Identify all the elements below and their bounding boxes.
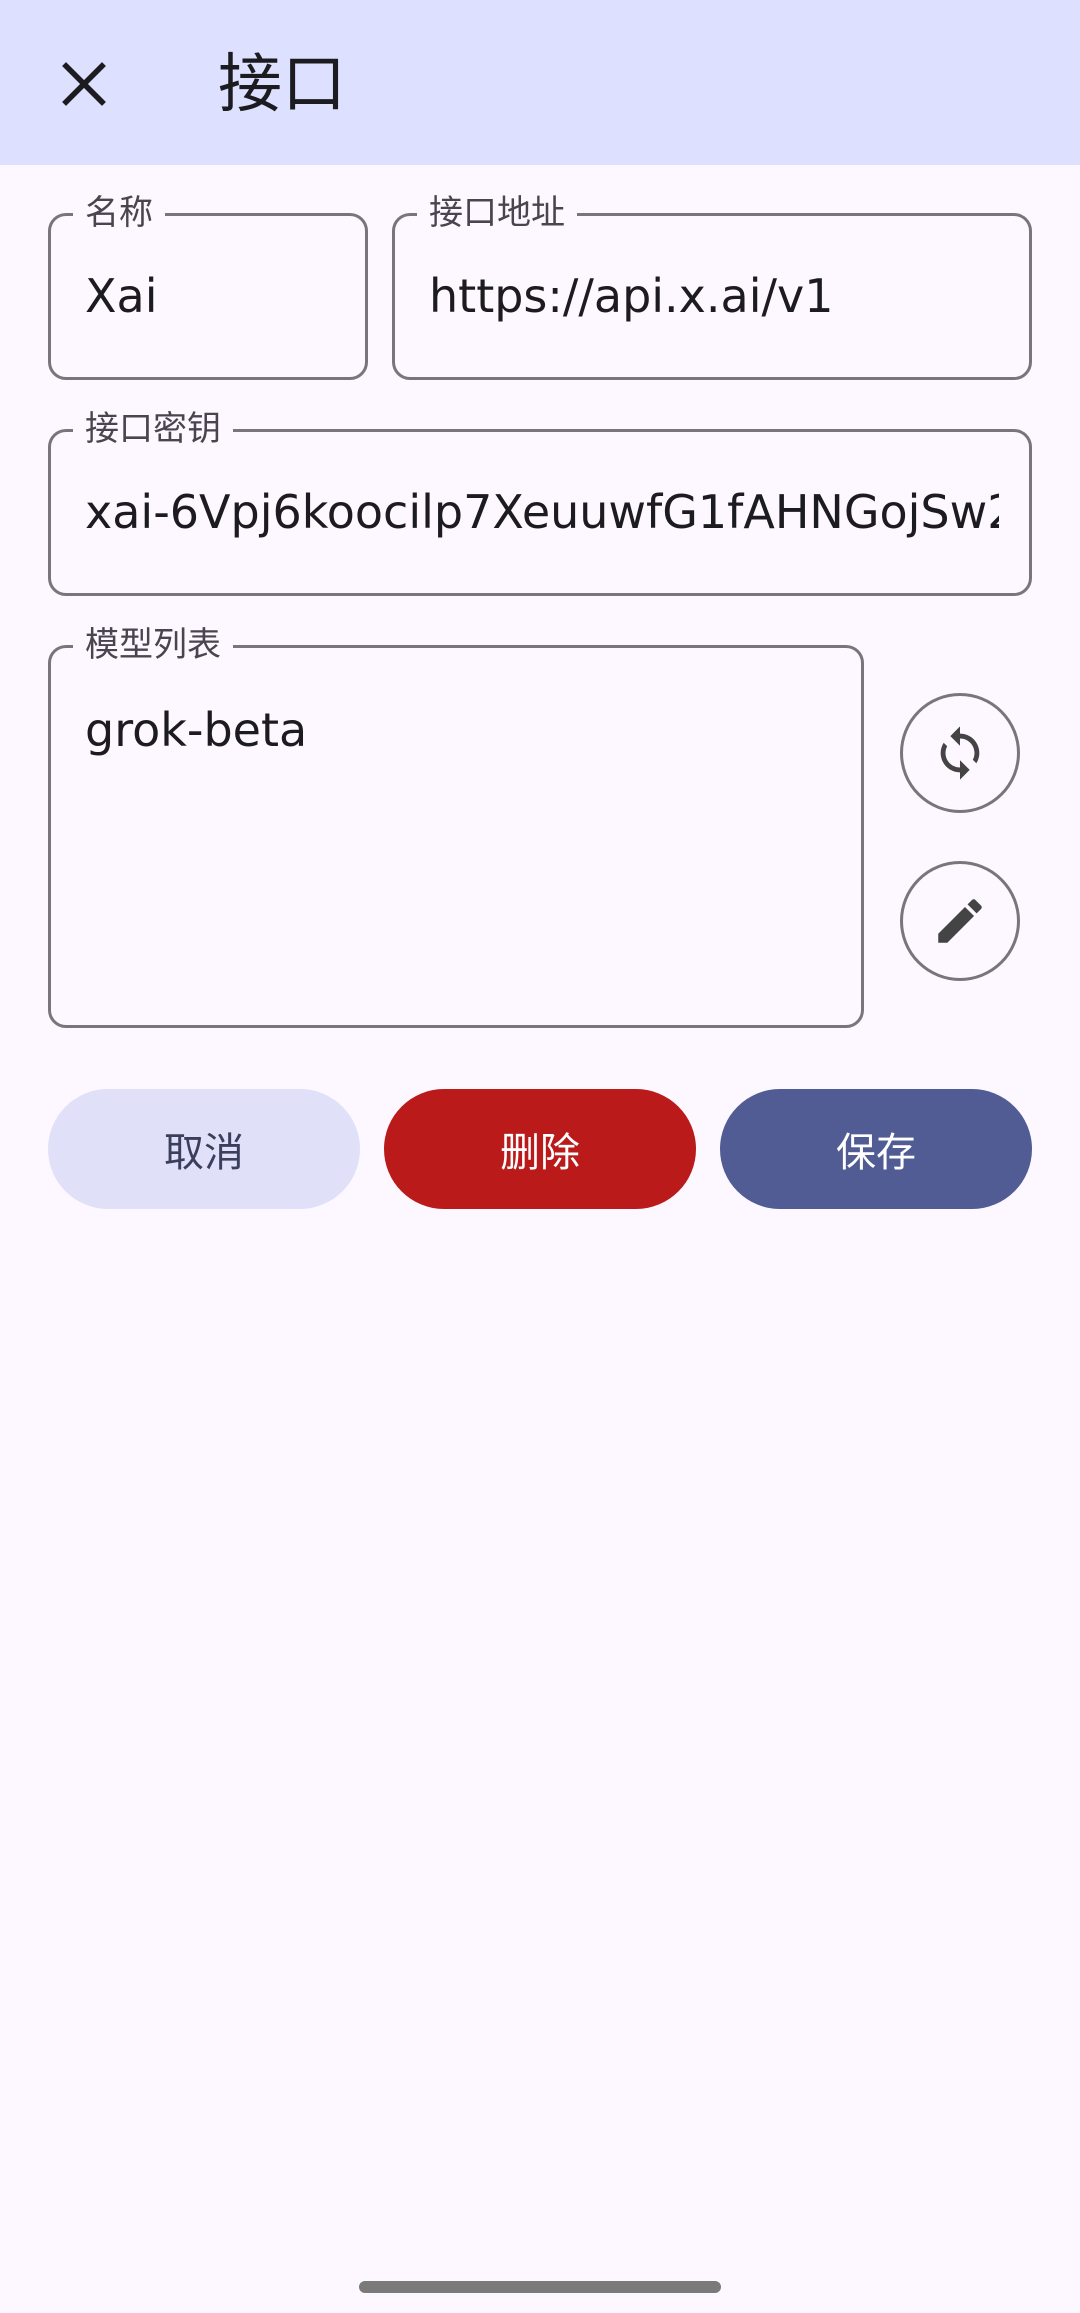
cancel-button[interactable]: 取消 [48, 1089, 360, 1209]
delete-button-label: 删除 [500, 1130, 580, 1176]
base-url-field-value: https://api.x.ai/v1 [429, 269, 834, 323]
base-url-field[interactable]: 接口地址 https://api.x.ai/v1 [392, 190, 1032, 380]
close-icon [62, 62, 106, 106]
app-bar: 接口 [0, 0, 1080, 165]
name-field-label: 名称 [73, 190, 165, 236]
home-indicator[interactable] [359, 2281, 721, 2293]
name-field[interactable]: 名称 Xai [48, 190, 368, 380]
api-key-field-label: 接口密钥 [73, 406, 233, 452]
cancel-button-label: 取消 [164, 1130, 244, 1176]
model-list-field-value: grok-beta [85, 703, 308, 757]
api-key-field[interactable]: 接口密钥 xai-6Vpj6koocilp7XeuuwfG1fAHNGojSw2 [48, 406, 1032, 596]
save-button-label: 保存 [836, 1130, 916, 1176]
model-list-field[interactable]: 模型列表 grok-beta [48, 622, 864, 1028]
model-list-field-label: 模型列表 [73, 622, 233, 668]
page-title: 接口 [218, 48, 346, 122]
save-button[interactable]: 保存 [720, 1089, 1032, 1209]
api-key-field-value: xai-6Vpj6koocilp7XeuuwfG1fAHNGojSw2 [85, 485, 999, 539]
refresh-models-button[interactable] [900, 693, 1020, 813]
sync-icon [940, 726, 980, 780]
edit-models-button[interactable] [900, 861, 1020, 981]
pencil-icon [938, 899, 982, 943]
base-url-field-label: 接口地址 [417, 190, 577, 236]
name-field-value: Xai [85, 269, 158, 323]
close-button[interactable] [30, 30, 138, 138]
delete-button[interactable]: 删除 [384, 1089, 696, 1209]
